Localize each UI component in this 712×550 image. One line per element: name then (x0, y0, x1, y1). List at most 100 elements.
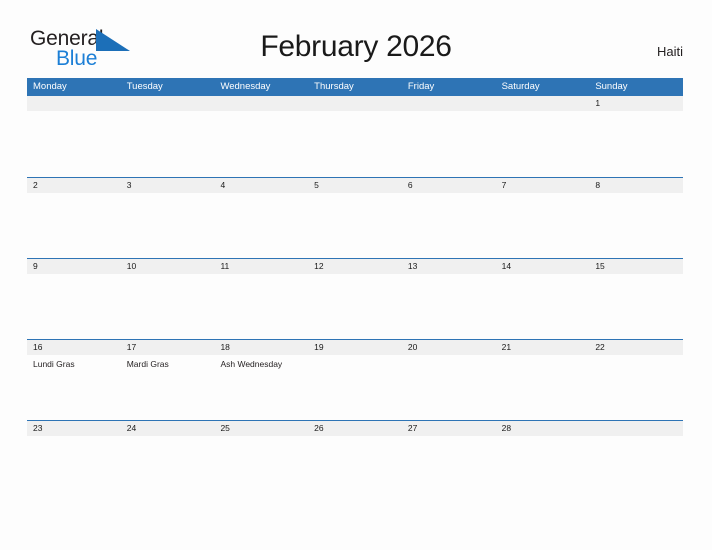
day-number: 16 (33, 342, 43, 352)
calendar-day-cell[interactable]: 28 (495, 421, 590, 501)
calendar-day-cell[interactable]: 19 (308, 340, 402, 420)
day-number-band: 18 (214, 340, 309, 355)
day-number: 26 (314, 423, 324, 433)
day-number-band: 7 (495, 178, 590, 193)
day-number: 10 (126, 261, 137, 271)
day-events (214, 274, 308, 277)
calendar-day-cell[interactable]: 1 (589, 96, 684, 177)
calendar-day-cell[interactable]: 15 (589, 259, 684, 339)
day-events (589, 436, 683, 439)
day-number: 7 (501, 180, 507, 190)
calendar-day-cell[interactable]: 8 (589, 178, 684, 258)
day-number: 4 (220, 180, 226, 190)
day-events (308, 111, 402, 114)
day-number-band: 20 (401, 340, 496, 355)
day-number-band: 4 (214, 178, 309, 193)
calendar-day-cell[interactable]: 2 (27, 178, 121, 258)
calendar-day-cell[interactable]: 12 (308, 259, 402, 339)
calendar-day-cell[interactable]: 13 (401, 259, 496, 339)
day-number-band: 13 (401, 259, 496, 274)
calendar-day-cell[interactable]: 24 (120, 421, 215, 501)
day-number: 2 (33, 180, 38, 190)
day-number-band: 19 (308, 340, 402, 355)
calendar-day-cell[interactable]: 14 (495, 259, 590, 339)
day-number: 17 (126, 342, 137, 352)
calendar-day-cell[interactable]: 27 (401, 421, 496, 501)
day-number-band: 10 (120, 259, 215, 274)
day-number: 22 (595, 342, 605, 352)
calendar-grid: Monday Tuesday Wednesday Thursday Friday… (27, 78, 684, 501)
calendar-day-cell[interactable] (27, 96, 121, 177)
calendar-day-cell[interactable] (495, 96, 590, 177)
day-number: 20 (407, 342, 418, 352)
day-events: Mardi Gras (121, 355, 215, 370)
day-number-band: 9 (27, 259, 121, 274)
page-header: General Blue February 2026 Haiti (0, 0, 712, 69)
calendar-weeks: 1 2 3 4 5 6 7 8 9 10 11 12 13 14 15 16 Lundi Gras 17 Mardi… (27, 96, 684, 501)
day-number-band (27, 96, 121, 111)
calendar-day-cell[interactable] (401, 96, 496, 177)
day-number-band (589, 421, 684, 436)
day-events (121, 274, 215, 277)
calendar-day-cell[interactable]: 9 (27, 259, 121, 339)
calendar-day-cell[interactable]: 6 (401, 178, 496, 258)
weekday-header-tuesday: Tuesday (126, 81, 163, 92)
calendar-week-row: 16 Lundi Gras 17 Mardi Gras 18 Ash Wednesday 1… (27, 339, 684, 420)
day-number-band: 8 (589, 178, 684, 193)
calendar-day-cell[interactable]: 10 (120, 259, 215, 339)
day-number: 14 (501, 261, 512, 271)
calendar-day-cell[interactable]: 3 (120, 178, 215, 258)
calendar-day-cell[interactable]: 21 (495, 340, 590, 420)
day-events (402, 111, 496, 114)
calendar-day-cell[interactable]: 17 Mardi Gras (120, 340, 215, 420)
calendar-day-cell[interactable]: 18 Ash Wednesday (214, 340, 309, 420)
calendar-day-cell[interactable]: 20 (401, 340, 496, 420)
day-number: 11 (220, 261, 230, 271)
day-number-band: 25 (214, 421, 309, 436)
day-events (121, 111, 215, 114)
day-events (496, 111, 590, 114)
day-events (402, 436, 496, 439)
day-number: 18 (220, 342, 230, 352)
day-number: 25 (220, 423, 230, 433)
day-number: 9 (33, 261, 38, 271)
day-number-band: 21 (495, 340, 590, 355)
calendar-day-cell[interactable]: 23 (27, 421, 121, 501)
calendar-day-cell[interactable]: 7 (495, 178, 590, 258)
day-events (589, 355, 683, 358)
day-number-band: 26 (308, 421, 402, 436)
calendar-day-cell[interactable] (214, 96, 309, 177)
calendar-day-cell[interactable] (120, 96, 215, 177)
day-number-band (308, 96, 402, 111)
day-events: Ash Wednesday (214, 355, 308, 370)
calendar-day-cell[interactable] (308, 96, 402, 177)
day-events (402, 355, 496, 358)
day-number-band (120, 96, 215, 111)
country-label: Haiti (656, 44, 683, 59)
calendar-day-cell[interactable]: 16 Lundi Gras (27, 340, 121, 420)
day-events (402, 274, 496, 277)
day-events (589, 193, 683, 196)
day-events (496, 274, 590, 277)
calendar-day-cell[interactable]: 25 (214, 421, 309, 501)
day-number-band: 24 (120, 421, 215, 436)
calendar-day-cell[interactable] (589, 421, 684, 501)
day-events (27, 436, 121, 439)
weekday-header-thursday: Thursday (314, 81, 354, 92)
day-number-band: 11 (214, 259, 309, 274)
day-events (308, 355, 402, 358)
calendar-day-cell[interactable]: 5 (308, 178, 402, 258)
day-number: 5 (314, 180, 319, 190)
day-events (402, 193, 496, 196)
calendar-day-cell[interactable]: 26 (308, 421, 402, 501)
day-events (27, 111, 121, 114)
day-number: 24 (126, 423, 137, 433)
day-events (496, 436, 590, 439)
calendar-day-cell[interactable]: 22 (589, 340, 684, 420)
day-events (121, 436, 215, 439)
day-number-band: 2 (27, 178, 121, 193)
calendar-day-cell[interactable]: 4 (214, 178, 309, 258)
page-title: February 2026 (260, 30, 452, 63)
calendar-day-cell[interactable]: 11 (214, 259, 309, 339)
day-number-band: 1 (589, 96, 684, 111)
